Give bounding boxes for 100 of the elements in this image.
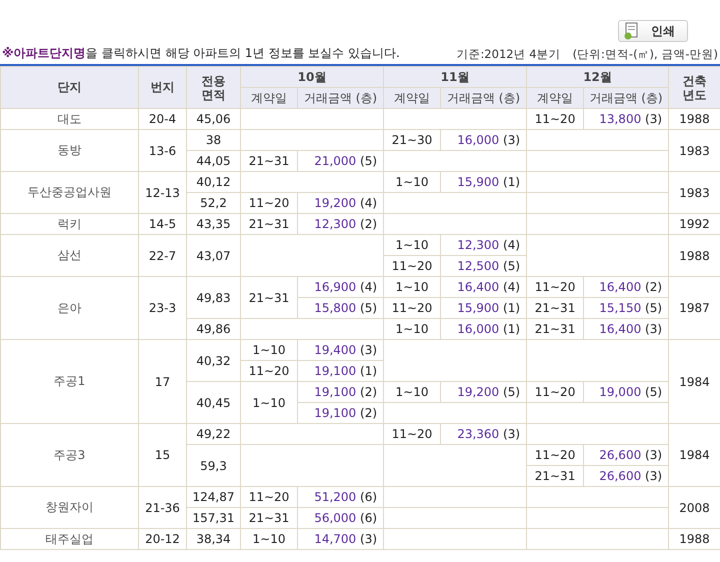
table-cell: 20-12 <box>145 532 180 546</box>
table-cell: 1988 <box>679 112 710 126</box>
price-link[interactable]: 15,150 <box>599 301 642 315</box>
price-link[interactable]: 19,100 <box>314 385 356 399</box>
table-cell: 1~10 <box>252 532 286 546</box>
print-button[interactable]: 인쇄 <box>618 20 688 42</box>
price-link[interactable]: 26,600 <box>599 448 642 462</box>
table-cell: 59,3 <box>200 458 227 472</box>
complex-name: 대도 <box>58 112 82 126</box>
price-link[interactable]: 16,400 <box>457 280 500 294</box>
price-link[interactable]: 16,900 <box>314 280 356 294</box>
table-cell: 1984 <box>679 448 710 462</box>
price-link[interactable]: 16,400 <box>599 280 642 294</box>
floor-text: (3) <box>360 343 378 357</box>
price-link[interactable]: 12,300 <box>457 238 500 252</box>
table-cell: 13-6 <box>148 144 176 158</box>
table-cell: 1~10 <box>252 396 286 410</box>
price-link[interactable]: 16,000 <box>457 133 500 147</box>
table-cell: 11~20 <box>248 490 290 504</box>
price-link[interactable]: 26,600 <box>599 469 642 483</box>
table-cell: 49,83 <box>196 290 231 304</box>
floor-text: (5) <box>503 385 520 399</box>
column-header: 단지 <box>58 80 82 94</box>
floor-text: (2) <box>360 217 378 231</box>
column-header: 건축 년도 <box>682 74 707 102</box>
price-link[interactable]: 19,200 <box>457 385 500 399</box>
column-header: 거래금액 (층) <box>304 90 378 104</box>
price-link[interactable]: 51,200 <box>314 490 356 504</box>
table-cell: 45,06 <box>196 112 231 126</box>
column-header: 번지 <box>150 80 174 94</box>
floor-text: (3) <box>645 112 662 126</box>
table-cell: 11~20 <box>534 280 576 294</box>
floor-text: (1) <box>503 175 520 189</box>
price-link[interactable]: 14,700 <box>314 532 356 546</box>
price-link[interactable]: 16,000 <box>457 322 500 336</box>
floor-text: (3) <box>645 469 662 483</box>
floor-text: (6) <box>360 511 378 525</box>
table-cell: 11~20 <box>392 301 432 315</box>
price-link[interactable]: 15,900 <box>457 175 500 189</box>
price-link[interactable]: 19,400 <box>314 343 356 357</box>
complex-name: 럭키 <box>58 216 82 230</box>
floor-text: (1) <box>360 364 378 378</box>
table-cell: 49,86 <box>196 322 231 336</box>
complex-name: 두산중공업사원 <box>28 185 112 199</box>
table-cell: 21~31 <box>534 322 576 336</box>
table-cell: 157,31 <box>192 511 234 525</box>
complex-name: 창원자이 <box>46 500 94 514</box>
table-cell: 1984 <box>679 374 710 388</box>
floor-text: (3) <box>645 322 662 336</box>
complex-name: 주공3 <box>54 448 86 462</box>
floor-text: (5) <box>360 301 378 315</box>
price-link[interactable]: 15,900 <box>457 301 500 315</box>
price-link[interactable]: 19,200 <box>314 196 356 210</box>
floor-text: (4) <box>360 280 378 294</box>
price-link[interactable]: 12,300 <box>314 217 356 231</box>
floor-text: (1) <box>503 301 520 315</box>
table-cell: 11~20 <box>248 196 290 210</box>
table-cell: 1~10 <box>396 238 428 252</box>
table-cell: 11~20 <box>392 259 432 273</box>
table-cell: 52,2 <box>200 196 227 210</box>
table-cell: 124,87 <box>192 490 234 504</box>
price-link[interactable]: 23,360 <box>457 427 500 441</box>
table-cell: 43,35 <box>196 217 231 231</box>
table-cell: 38,34 <box>196 532 231 546</box>
price-link[interactable]: 19,100 <box>314 406 356 420</box>
floor-text: (3) <box>360 532 378 546</box>
floor-text: (1) <box>503 322 520 336</box>
price-link[interactable]: 15,800 <box>314 301 356 315</box>
table-cell: 40,12 <box>196 175 231 189</box>
table-cell: 43,07 <box>196 248 231 262</box>
column-header: 12월 <box>583 70 612 84</box>
table-cell: 1992 <box>679 217 710 231</box>
column-header: 전용 면적 <box>202 74 226 102</box>
table-cell: 23-3 <box>148 301 176 315</box>
table-cell: 44,05 <box>196 154 231 168</box>
column-header: 11월 <box>440 70 470 84</box>
floor-text: (3) <box>503 427 520 441</box>
table-cell: 11~20 <box>392 427 432 441</box>
floor-text: (6) <box>360 490 378 504</box>
price-link[interactable]: 16,400 <box>599 322 642 336</box>
price-link[interactable]: 19,000 <box>599 385 642 399</box>
table-cell: 1~10 <box>396 175 428 189</box>
price-link[interactable]: 21,000 <box>314 154 356 168</box>
table-cell: 49,22 <box>196 427 231 441</box>
column-header: 계약일 <box>394 90 430 104</box>
table-cell: 17 <box>154 374 170 388</box>
table-cell: 21~30 <box>392 133 432 147</box>
price-link[interactable]: 12,500 <box>457 259 500 273</box>
table-cell: 1988 <box>679 532 710 546</box>
table-cell: 11~20 <box>534 112 576 126</box>
floor-text: (2) <box>360 385 378 399</box>
price-link[interactable]: 56,000 <box>314 511 356 525</box>
price-link[interactable]: 13,800 <box>599 112 642 126</box>
table-cell: 1~10 <box>396 385 428 399</box>
floor-text: (4) <box>360 196 378 210</box>
price-link[interactable]: 19,100 <box>314 364 356 378</box>
table-cell: 22-7 <box>148 248 176 262</box>
table-cell: 21~31 <box>534 469 576 483</box>
complex-name: 은아 <box>58 300 82 314</box>
table-cell: 14-5 <box>148 217 176 231</box>
